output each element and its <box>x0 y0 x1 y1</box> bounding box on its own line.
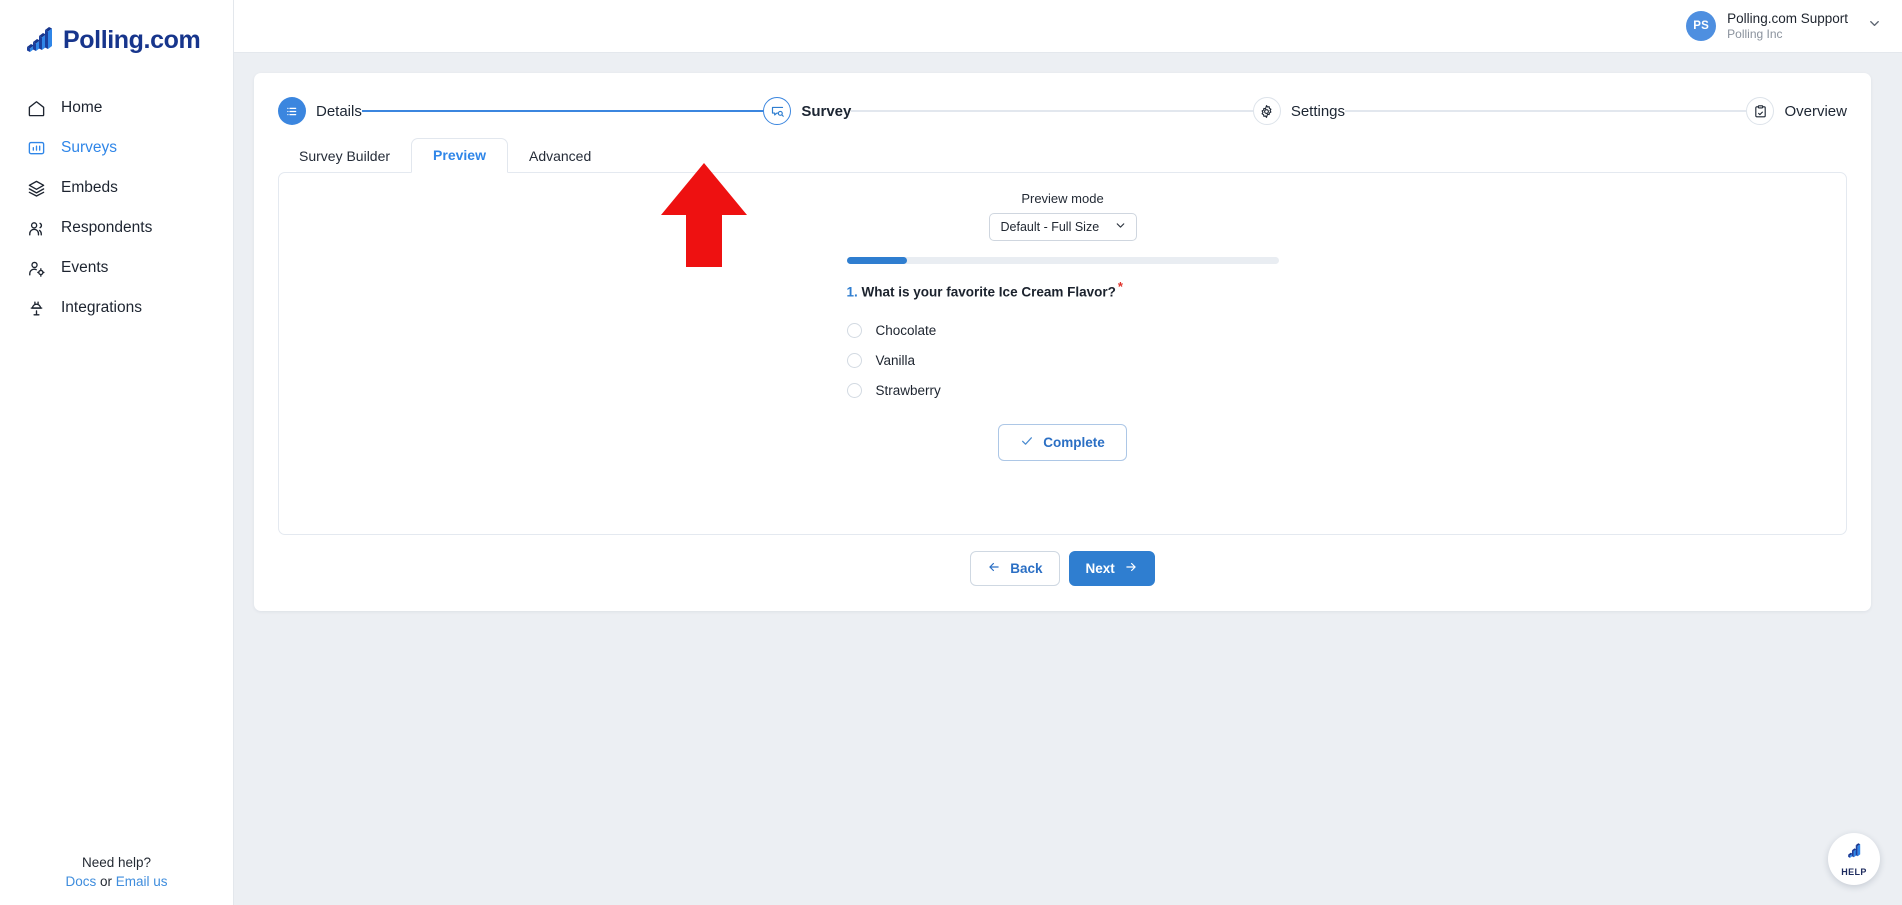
step-survey[interactable]: Survey <box>763 97 851 125</box>
bar-chart-logo-icon <box>1845 842 1864 866</box>
radio-option-chocolate[interactable]: Chocolate <box>846 316 1279 346</box>
sidebar-item-label: Home <box>61 99 103 116</box>
tab-advanced[interactable]: Advanced <box>508 140 612 173</box>
step-overview[interactable]: Overview <box>1746 97 1847 125</box>
survey-progress-fill <box>846 257 907 264</box>
message-search-icon <box>763 97 792 125</box>
top-bar: PS Polling.com Support Polling Inc <box>234 0 1902 53</box>
help-separator: or <box>99 874 112 889</box>
step-connector-3 <box>1345 110 1747 112</box>
step-connector-1 <box>361 110 764 112</box>
avatar: PS <box>1686 11 1717 41</box>
step-settings[interactable]: Settings <box>1252 97 1346 125</box>
step-connector-2 <box>851 110 1253 112</box>
radio-option-strawberry[interactable]: Strawberry <box>846 376 1279 406</box>
back-button-label: Back <box>1010 561 1043 576</box>
sidebar-item-embeds[interactable]: Embeds <box>0 168 233 208</box>
wizard-footer: Back Next <box>254 551 1871 586</box>
sidebar-item-events[interactable]: Events <box>0 248 233 288</box>
docs-link[interactable]: Docs <box>65 874 96 889</box>
plug-icon <box>26 298 46 318</box>
home-icon <box>26 98 46 118</box>
radio-button[interactable] <box>846 353 862 368</box>
sidebar-item-respondents[interactable]: Respondents <box>0 208 233 248</box>
sidebar: Polling.com Home Surveys Embeds Responde… <box>0 0 234 905</box>
sidebar-item-label: Surveys <box>61 139 117 156</box>
preview-panel: Preview mode Default - Full Size 1. What… <box>278 172 1847 535</box>
radio-button[interactable] <box>846 323 862 338</box>
list-icon <box>278 97 306 125</box>
email-us-link[interactable]: Email us <box>116 874 168 889</box>
sidebar-item-label: Events <box>61 259 109 276</box>
tab-survey-builder[interactable]: Survey Builder <box>278 140 411 173</box>
option-label: Vanilla <box>875 353 916 368</box>
next-button[interactable]: Next <box>1068 551 1155 586</box>
complete-button[interactable]: Complete <box>998 423 1127 461</box>
sidebar-nav: Home Surveys Embeds Respondents Events I… <box>0 88 233 328</box>
users-icon <box>26 218 46 238</box>
main-area: PS Polling.com Support Polling Inc Detai… <box>234 0 1902 905</box>
option-label: Chocolate <box>875 323 937 338</box>
step-label: Settings <box>1290 102 1346 120</box>
chevron-down-icon[interactable] <box>1867 16 1882 36</box>
option-label: Strawberry <box>875 383 941 398</box>
radio-button[interactable] <box>846 383 862 398</box>
layers-icon <box>26 178 46 198</box>
sidebar-item-label: Integrations <box>61 299 142 316</box>
chevron-down-icon <box>1114 219 1127 235</box>
arrow-left-icon <box>987 560 1001 577</box>
gear-icon <box>1252 97 1281 125</box>
sidebar-item-label: Embeds <box>61 179 118 196</box>
sidebar-item-integrations[interactable]: Integrations <box>0 288 233 328</box>
preview-mode-select[interactable]: Default - Full Size <box>988 213 1137 241</box>
user-info: Polling.com Support Polling Inc <box>1727 11 1848 42</box>
answer-options: Chocolate Vanilla Strawberry <box>846 316 1279 406</box>
survey-wizard-card: Details Survey Settings Overview Survey … <box>254 73 1871 611</box>
tab-preview[interactable]: Preview <box>411 138 508 173</box>
complete-row: Complete <box>279 423 1846 461</box>
step-label: Details <box>316 102 362 120</box>
preview-mode-label: Preview mode <box>1021 191 1104 206</box>
user-org: Polling Inc <box>1727 26 1783 41</box>
step-details[interactable]: Details <box>278 97 362 125</box>
question-text: What is your favorite Ice Cream Flavor? <box>861 284 1116 300</box>
complete-button-label: Complete <box>1043 434 1105 450</box>
sidebar-item-surveys[interactable]: Surveys <box>0 128 233 168</box>
brand-logo[interactable]: Polling.com <box>0 0 233 62</box>
preview-mode-group: Preview mode Default - Full Size <box>279 173 1846 241</box>
radio-option-vanilla[interactable]: Vanilla <box>846 346 1279 376</box>
survey-progress-bar <box>846 257 1279 264</box>
user-menu[interactable]: PS Polling.com Support Polling Inc <box>1686 11 1882 42</box>
sidebar-item-label: Respondents <box>61 219 153 236</box>
question-title: 1. What is your favorite Ice Cream Flavo… <box>847 279 1279 300</box>
help-widget-button[interactable]: HELP <box>1828 833 1880 885</box>
arrow-right-icon <box>1124 560 1138 577</box>
back-button[interactable]: Back <box>970 551 1060 586</box>
help-widget-label: HELP <box>1841 866 1867 877</box>
required-asterisk: * <box>1117 279 1123 294</box>
wizard-stepper: Details Survey Settings Overview <box>254 73 1871 129</box>
bar-chart-logo-icon <box>24 25 54 55</box>
preview-mode-value: Default - Full Size <box>1000 220 1100 234</box>
survey-chart-icon <box>26 138 46 158</box>
step-label: Overview <box>1784 102 1847 120</box>
question-block: 1. What is your favorite Ice Cream Flavo… <box>846 279 1279 406</box>
step-label: Survey <box>801 102 852 120</box>
next-button-label: Next <box>1085 561 1115 576</box>
brand-name: Polling.com <box>63 25 201 54</box>
question-number: 1. <box>846 284 858 300</box>
survey-tabs: Survey Builder Preview Advanced <box>254 138 1871 173</box>
sidebar-help: Need help? Docs or Email us <box>0 853 233 891</box>
check-icon <box>1020 434 1034 451</box>
user-name: Polling.com Support <box>1727 10 1848 26</box>
help-title: Need help? <box>81 855 152 870</box>
clipboard-check-icon <box>1746 97 1775 125</box>
sidebar-item-home[interactable]: Home <box>0 88 233 128</box>
user-gear-icon <box>26 258 46 278</box>
